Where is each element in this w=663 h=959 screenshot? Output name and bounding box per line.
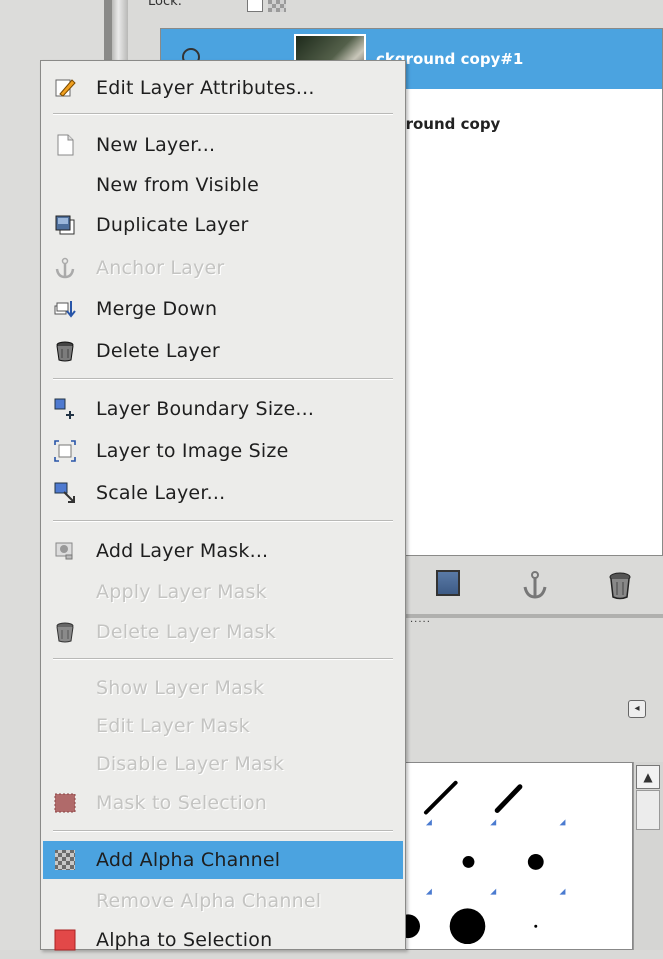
menu-item-add-layer-mask[interactable]: Add Layer Mask... <box>43 532 403 570</box>
menu-separator <box>53 830 393 832</box>
menu-item-edit-layer-attributes[interactable]: Edit Layer Attributes... <box>43 69 403 107</box>
brush-grid[interactable] <box>395 762 633 950</box>
menu-separator <box>53 520 393 522</box>
alpha-channel-icon <box>55 850 75 870</box>
menu-item-mask-to-selection[interactable]: Mask to Selection <box>43 784 403 822</box>
menu-separator <box>53 113 393 115</box>
lock-pixels-checkbox[interactable] <box>247 0 263 12</box>
menu-item-alpha-to-selection[interactable]: Alpha to Selection <box>43 921 403 959</box>
menu-item-merge-down[interactable]: Merge Down <box>43 290 403 328</box>
anchor-icon <box>55 257 75 279</box>
lock-label: Lock: <box>148 0 183 9</box>
menu-item-layer-boundary-size[interactable]: Layer Boundary Size... <box>43 390 403 428</box>
menu-item-remove-alpha-channel[interactable]: Remove Alpha Channel <box>43 882 403 920</box>
scroll-thumb[interactable] <box>636 790 660 830</box>
edit-icon <box>55 79 76 97</box>
lock-alpha-icon[interactable] <box>268 0 286 12</box>
menu-item-apply-layer-mask[interactable]: Apply Layer Mask <box>43 573 403 611</box>
menu-item-duplicate-layer[interactable]: Duplicate Layer <box>43 206 403 244</box>
alpha-selection-icon <box>54 929 76 951</box>
menu-item-layer-to-image-size[interactable]: Layer to Image Size <box>43 432 403 470</box>
new-layer-icon <box>57 134 74 156</box>
trash-icon <box>56 341 74 362</box>
menu-separator <box>53 378 393 380</box>
duplicate-icon <box>55 215 75 235</box>
menu-item-edit-layer-mask[interactable]: Edit Layer Mask <box>43 707 403 745</box>
menu-item-scale-layer[interactable]: Scale Layer... <box>43 474 403 512</box>
drag-handle[interactable]: ..... <box>410 614 431 625</box>
menu-separator <box>53 658 393 660</box>
menu-item-add-alpha-channel[interactable]: Add Alpha Channel <box>43 841 403 879</box>
image-size-icon <box>54 440 76 462</box>
duplicate-layer-button-icon[interactable] <box>436 570 460 596</box>
menu-item-new-layer[interactable]: New Layer... <box>43 126 403 164</box>
scale-icon <box>54 482 75 503</box>
delete-layer-button-icon[interactable] <box>607 570 633 600</box>
trash-icon <box>56 622 74 643</box>
menu-item-show-layer-mask[interactable]: Show Layer Mask <box>43 669 403 707</box>
menu-item-delete-layer-mask[interactable]: Delete Layer Mask <box>43 613 403 651</box>
mask-selection-icon <box>54 793 76 813</box>
menu-item-anchor-layer[interactable]: Anchor Layer <box>43 249 403 287</box>
scroll-up-arrow-icon[interactable]: ▲ <box>636 765 660 789</box>
panel-menu-button[interactable]: ◂ <box>628 700 646 718</box>
lock-row <box>128 0 663 28</box>
boundary-size-icon <box>54 398 74 419</box>
menu-item-disable-layer-mask[interactable]: Disable Layer Mask <box>43 745 403 783</box>
anchor-layer-button-icon[interactable] <box>522 570 548 600</box>
add-mask-icon <box>55 542 73 560</box>
menu-item-delete-layer[interactable]: Delete Layer <box>43 332 403 370</box>
menu-item-new-from-visible[interactable]: New from Visible <box>43 166 403 204</box>
merge-down-icon <box>54 301 76 318</box>
